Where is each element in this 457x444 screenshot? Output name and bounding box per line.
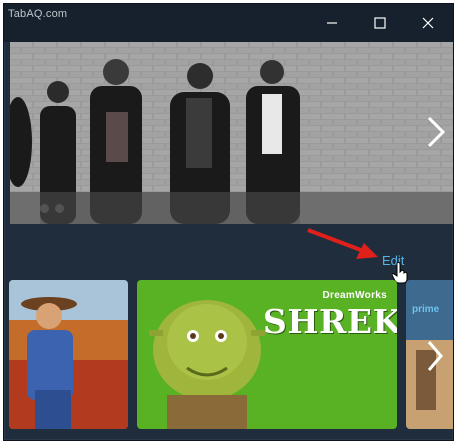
movie-tile-shrek[interactable]: DreamWorks SHREK: [137, 280, 397, 429]
close-button[interactable]: [405, 4, 451, 42]
western-poster: [9, 280, 128, 429]
carousel-dot[interactable]: [40, 204, 49, 213]
shrek-brand-label: DreamWorks: [322, 290, 387, 301]
title-bar: TabAQ.com: [4, 4, 453, 42]
minimize-button[interactable]: [309, 4, 355, 42]
watermark-text: TabAQ.com: [8, 8, 68, 20]
hero-banner[interactable]: [10, 42, 453, 224]
minimize-icon: [327, 22, 337, 24]
chevron-right-icon[interactable]: [421, 112, 449, 152]
chevron-right-icon[interactable]: [423, 336, 447, 376]
movie-tile-western[interactable]: [9, 280, 128, 429]
movie-row: DreamWorks SHREK prime: [4, 280, 453, 430]
carousel-dot[interactable]: [55, 204, 64, 213]
app-window: TabAQ.com Edit DreamWorks SHREK prime: [3, 3, 454, 441]
maximize-button[interactable]: [357, 4, 403, 42]
prime-badge: prime: [412, 304, 440, 315]
hero-image: [10, 42, 453, 224]
carousel-dots: [40, 204, 64, 213]
maximize-icon: [374, 17, 386, 29]
close-icon: [422, 17, 434, 29]
annotation-arrow-icon: [307, 228, 378, 259]
shrek-title: SHREK: [263, 302, 397, 341]
